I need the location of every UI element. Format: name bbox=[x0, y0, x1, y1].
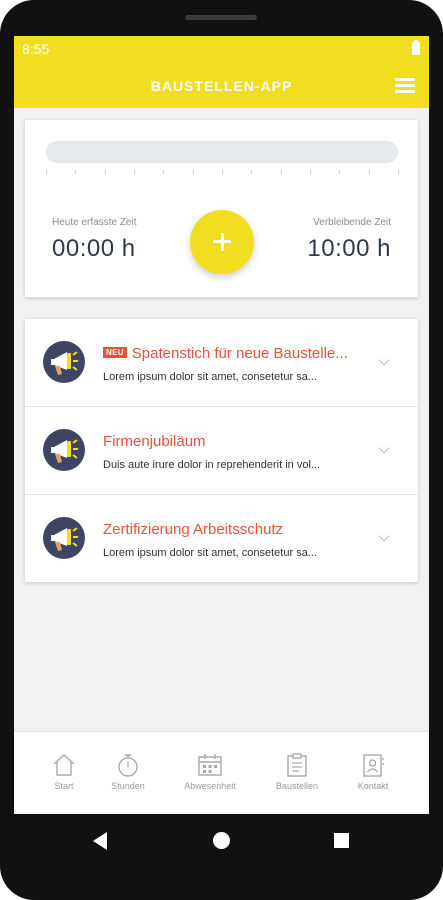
progress-tick bbox=[104, 170, 106, 174]
back-icon[interactable] bbox=[93, 832, 107, 850]
remaining-time-label: Verbleibende Zeit bbox=[313, 217, 391, 228]
news-excerpt: Duis aute irure dolor in reprehenderit i… bbox=[103, 459, 321, 471]
progress-tick bbox=[134, 170, 135, 174]
news-title: NEU Spatenstich für neue Baustelle... bbox=[103, 345, 368, 362]
nav-item-start[interactable]: Start bbox=[29, 752, 99, 791]
today-time-label: Heute erfasste Zeit bbox=[52, 217, 137, 228]
progress-tick bbox=[251, 170, 253, 174]
stopwatch-icon bbox=[118, 754, 138, 777]
add-time-button[interactable] bbox=[190, 210, 254, 274]
app-bar: BAUSTELLEN-APP bbox=[14, 62, 429, 108]
bottom-navigation: Start Stunden Abwesenheit Baustellen Kon… bbox=[14, 731, 429, 814]
home-button-icon[interactable] bbox=[213, 832, 230, 849]
today-time-block: Heute erfasste Zeit 00:00 h bbox=[52, 217, 136, 263]
clipboard-icon bbox=[287, 753, 307, 777]
new-badge: NEU bbox=[103, 347, 127, 358]
progress-tick bbox=[310, 170, 311, 174]
news-excerpt: Lorem ipsum dolor sit amet, consetetur s… bbox=[103, 371, 317, 383]
progress-tick bbox=[163, 170, 165, 174]
progress-tick bbox=[280, 170, 282, 174]
battery-icon bbox=[412, 40, 420, 55]
progress-ticks bbox=[46, 169, 399, 175]
remaining-time-block: Verbleibende Zeit 10:00 h bbox=[307, 217, 391, 263]
nav-item-kontakt[interactable]: Kontakt bbox=[338, 752, 408, 791]
progress-tick bbox=[75, 170, 77, 174]
news-title: Zertifizierung Arbeitsschutz bbox=[103, 521, 284, 538]
nav-label: Baustellen bbox=[275, 781, 319, 791]
progress-tick bbox=[368, 170, 370, 174]
news-title: Firmenjubiläum bbox=[103, 433, 206, 450]
nav-item-baustellen[interactable]: Baustellen bbox=[262, 752, 332, 791]
progress-tick bbox=[46, 170, 47, 174]
news-item[interactable]: NEU Spatenstich für neue Baustelle... Lor… bbox=[25, 319, 418, 407]
megaphone-icon bbox=[43, 429, 85, 471]
chevron-down-icon[interactable] bbox=[378, 442, 390, 454]
remaining-time-value: 10:00 h bbox=[307, 235, 391, 262]
hamburger-menu-icon[interactable] bbox=[395, 78, 415, 93]
nav-item-stunden[interactable]: Stunden bbox=[93, 752, 163, 791]
time-progress-bar bbox=[46, 141, 398, 163]
speaker-grille bbox=[185, 15, 257, 20]
progress-tick bbox=[339, 170, 341, 174]
app-title: BAUSTELLEN-APP bbox=[150, 78, 293, 94]
news-list: NEU Spatenstich für neue Baustelle... Lor… bbox=[25, 319, 418, 582]
progress-tick bbox=[222, 170, 223, 174]
nav-label: Stunden bbox=[111, 781, 145, 791]
news-item[interactable]: Zertifizierung Arbeitsschutz Lorem ipsum… bbox=[25, 495, 418, 583]
time-tracker-card: Heute erfasste Zeit 00:00 h Verbleibende… bbox=[25, 120, 418, 297]
calendar-icon bbox=[198, 754, 222, 776]
home-icon bbox=[53, 754, 75, 776]
status-time: 8:55 bbox=[22, 41, 50, 57]
status-bar: 8:55 bbox=[14, 36, 429, 62]
progress-tick bbox=[192, 170, 194, 174]
system-navigation-bar bbox=[0, 814, 443, 870]
nav-item-abwesenheit[interactable]: Abwesenheit bbox=[175, 752, 245, 791]
nav-label: Abwesenheit bbox=[184, 781, 236, 791]
today-time-value: 00:00 h bbox=[52, 235, 136, 262]
megaphone-icon bbox=[43, 341, 85, 383]
phone-frame: 8:55 BAUSTELLEN-APP Heute erfasste Zeit … bbox=[0, 0, 443, 900]
recent-apps-icon[interactable] bbox=[334, 833, 349, 848]
news-excerpt: Lorem ipsum dolor sit amet, consetetur s… bbox=[103, 547, 317, 559]
news-item[interactable]: Firmenjubiläum Duis aute irure dolor in … bbox=[25, 407, 418, 495]
chevron-down-icon[interactable] bbox=[378, 530, 390, 542]
megaphone-icon bbox=[43, 517, 85, 559]
contact-icon bbox=[363, 754, 384, 777]
nav-label: Kontakt bbox=[357, 781, 389, 791]
nav-label: Start bbox=[54, 781, 74, 791]
app-screen: 8:55 BAUSTELLEN-APP Heute erfasste Zeit … bbox=[14, 36, 429, 814]
progress-tick bbox=[398, 170, 399, 174]
chevron-down-icon[interactable] bbox=[378, 354, 390, 366]
